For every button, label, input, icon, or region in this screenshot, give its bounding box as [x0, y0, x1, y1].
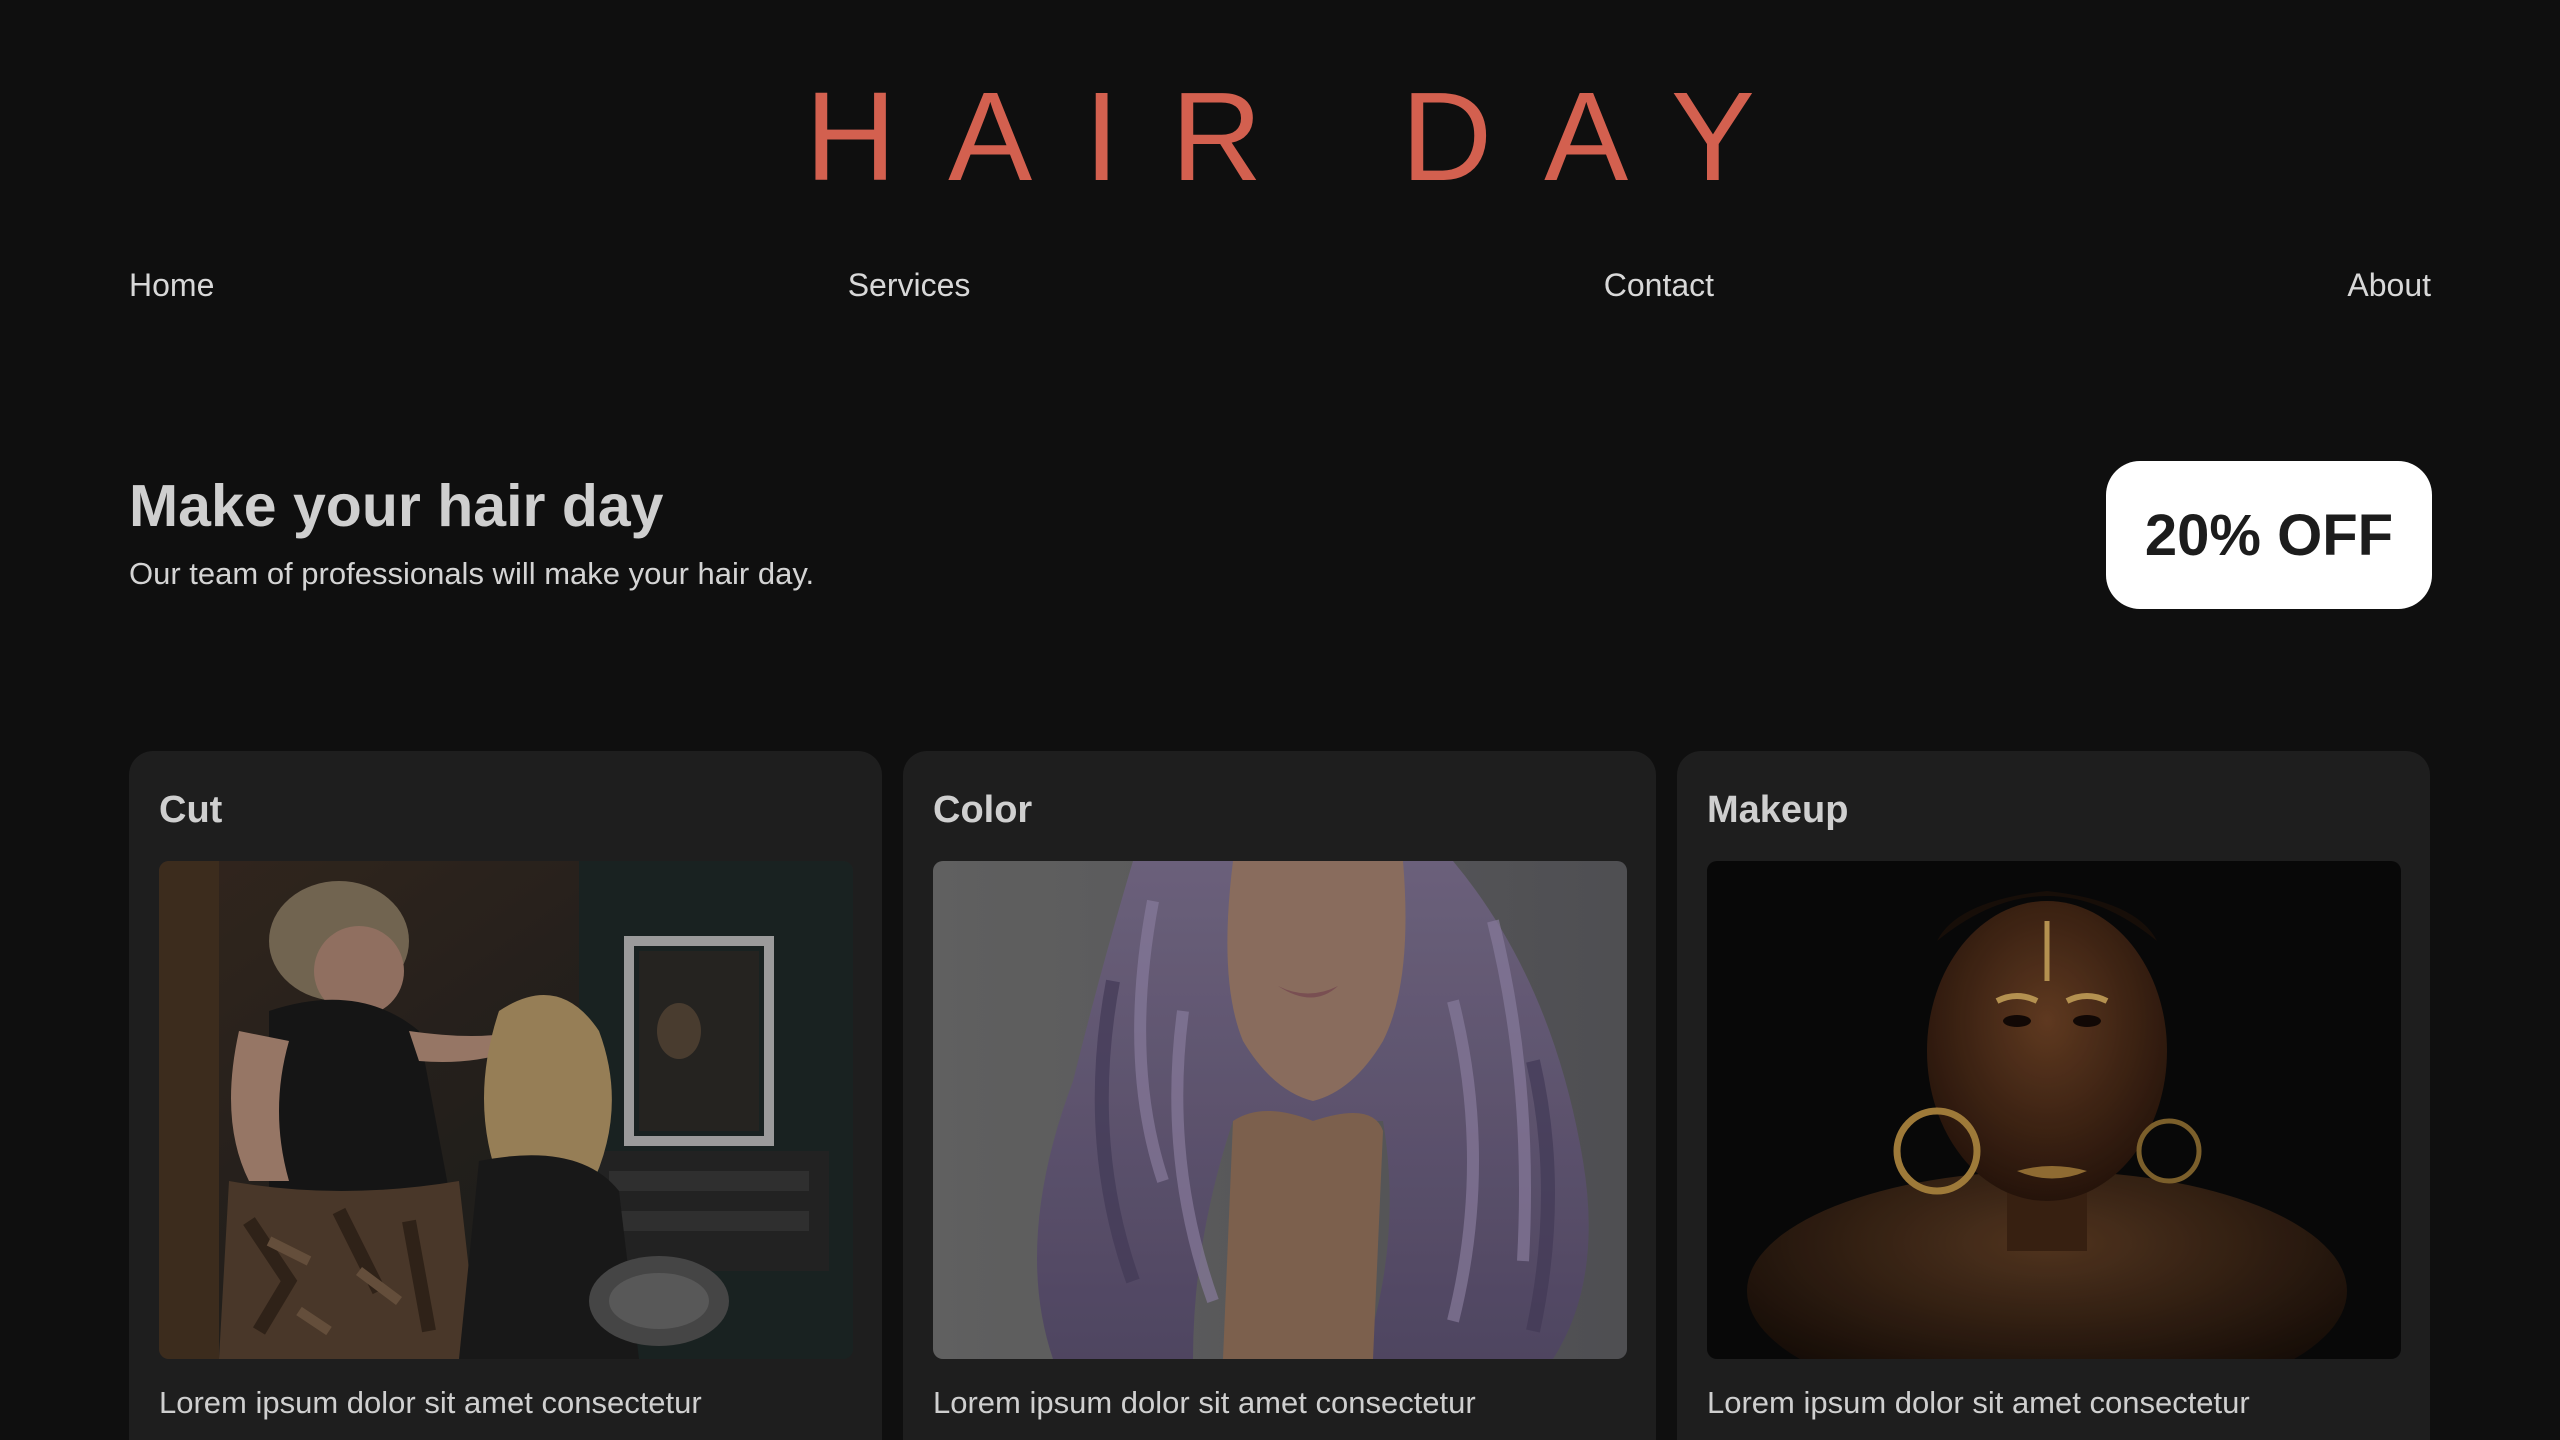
- service-card-title: Cut: [159, 789, 223, 831]
- hero-section: Make your hair day Our team of professio…: [129, 468, 814, 596]
- site-logo[interactable]: HAIR DAY: [0, 62, 2560, 212]
- service-card-color[interactable]: Color Lorem ipsum dolor sit amet consect…: [903, 751, 1656, 1440]
- lavender-hair-photo-icon: [933, 861, 1627, 1359]
- service-card-description: Lorem ipsum dolor sit amet consectetur: [1707, 1385, 2250, 1420]
- service-card-cut[interactable]: Cut Lorem ipsum dolor sit amet consectet…: [129, 751, 882, 1440]
- service-card-description: Lorem ipsum dolor sit amet consectetur: [159, 1385, 702, 1420]
- service-card-makeup[interactable]: Makeup Lorem ipsum dolor sit amet consec…: [1677, 751, 2430, 1440]
- hero-subtitle: Our team of professionals will make your…: [129, 556, 815, 591]
- service-card-title: Makeup: [1707, 789, 1849, 831]
- services-cards: Cut Lorem ipsum dolor sit amet consectet…: [129, 751, 2431, 1440]
- nav-link-home[interactable]: Home: [129, 262, 214, 308]
- hairstylist-photo-icon: [159, 861, 853, 1359]
- page: HAIR DAY Home Services Contact About Mak…: [0, 0, 2560, 1440]
- nav-link-contact[interactable]: Contact: [1604, 262, 1714, 308]
- nav-link-services[interactable]: Services: [848, 262, 971, 308]
- nav-link-about[interactable]: About: [2347, 262, 2431, 308]
- service-card-title: Color: [933, 789, 1033, 831]
- service-card-description: Lorem ipsum dolor sit amet consectetur: [933, 1385, 1476, 1420]
- main-nav: Home Services Contact About: [129, 262, 2431, 308]
- gold-makeup-photo-icon: [1707, 861, 2401, 1359]
- promo-badge[interactable]: 20% OFF: [2106, 461, 2432, 609]
- hero-title: Make your hair day: [129, 473, 664, 539]
